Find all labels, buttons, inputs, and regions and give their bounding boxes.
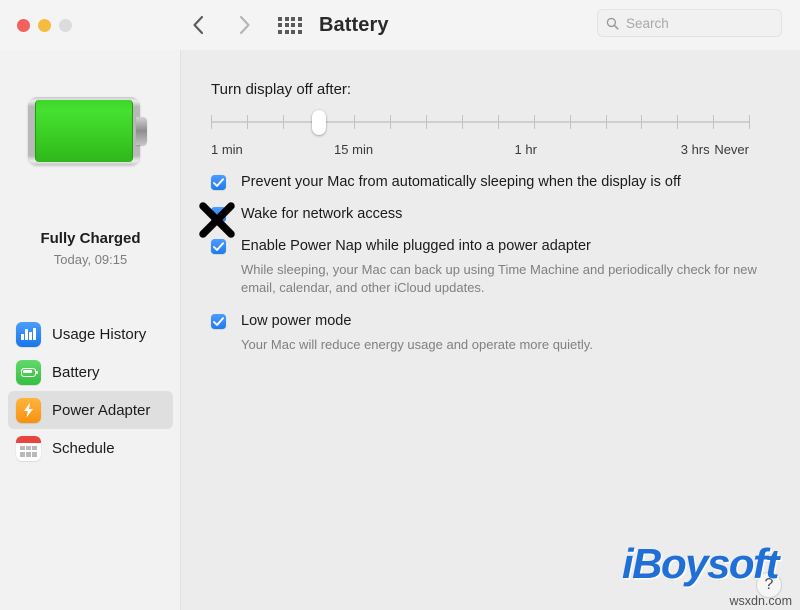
checkbox-power-nap[interactable]: [211, 239, 226, 254]
slider-tick: [282, 115, 284, 129]
slider-tick: [426, 115, 428, 129]
slider-tick: [641, 115, 643, 129]
sidebar-item-schedule[interactable]: Schedule: [8, 429, 173, 467]
slider-tick: [246, 115, 248, 129]
slider-tick: [677, 115, 679, 129]
sidebar-list: Usage History Battery Power Adapter Sche…: [0, 315, 181, 467]
option-row-wake-network[interactable]: Wake for network access: [211, 205, 402, 223]
minimize-button[interactable]: [38, 18, 51, 32]
battery-status-timestamp: Today, 09:15: [53, 252, 128, 267]
forward-button[interactable]: [227, 8, 261, 42]
search-field[interactable]: [597, 9, 782, 37]
usage-history-icon: [16, 321, 41, 347]
sidebar-item-label: Battery: [52, 363, 100, 381]
sidebar-item-battery[interactable]: Battery: [8, 353, 173, 391]
option-row-prevent-sleep[interactable]: Prevent your Mac from automatically slee…: [211, 173, 681, 191]
slider-track[interactable]: [211, 121, 749, 123]
display-off-label: Turn display off after:: [211, 81, 352, 98]
schedule-icon: [16, 435, 41, 461]
back-button[interactable]: [181, 8, 215, 42]
slider-label: 1 hr: [514, 142, 537, 157]
titlebar-right: Battery: [181, 0, 800, 50]
slider-tick: [569, 115, 571, 129]
slider-tick: [497, 115, 499, 129]
slider-tick: [749, 115, 750, 129]
option-row-power-nap[interactable]: Enable Power Nap while plugged into a po…: [211, 237, 591, 255]
slider-label: 1 min: [211, 142, 243, 157]
main-content: Turn display off after: 1 min 15 min 1 hr 3…: [181, 50, 800, 610]
option-label: Prevent your Mac from automatically slee…: [241, 174, 681, 190]
slider-tick: [605, 115, 607, 129]
power-adapter-icon: [16, 397, 41, 423]
sidebar-item-label: Power Adapter: [52, 401, 151, 419]
slider-tick: [713, 115, 715, 129]
sidebar-item-label: Schedule: [52, 439, 115, 457]
slider-tick: [462, 115, 464, 129]
sidebar: Fully Charged Today, 09:15 Usage History…: [0, 50, 181, 610]
slider-label: Never: [714, 142, 749, 157]
slider-thumb[interactable]: [311, 110, 326, 135]
battery-graphic-icon: [28, 97, 148, 165]
checkbox-prevent-sleep[interactable]: [211, 175, 226, 190]
checkbox-low-power-mode[interactable]: [211, 314, 226, 329]
option-label: Wake for network access: [241, 206, 403, 222]
sidebar-item-usage-history[interactable]: Usage History: [8, 315, 173, 353]
option-label: Enable Power Nap while plugged into a po…: [241, 238, 591, 254]
zoom-button[interactable]: [59, 18, 72, 32]
page-title: Battery: [319, 13, 389, 36]
option-description-power-nap: While sleeping, your Mac can back up usi…: [241, 262, 757, 296]
slider-label: 3 hrs: [680, 142, 710, 157]
option-label: Low power mode: [241, 313, 352, 329]
traffic-lights: [17, 18, 72, 32]
show-all-grid-icon[interactable]: [275, 10, 305, 40]
slider-tick: [211, 115, 212, 129]
option-description-low-power-mode: Your Mac will reduce energy usage and op…: [241, 337, 593, 352]
checkbox-wake-network[interactable]: [211, 207, 226, 222]
slider-label: 15 min: [334, 142, 374, 157]
display-sleep-slider[interactable]: 1 min 15 min 1 hr 3 hrs Never: [211, 110, 750, 157]
titlebar: Battery: [0, 0, 800, 50]
option-row-low-power-mode[interactable]: Low power mode: [211, 312, 351, 330]
titlebar-left: [0, 0, 181, 50]
preferences-window: Battery Fully Charged Today, 09:15: [0, 0, 800, 610]
battery-icon: [16, 359, 41, 385]
slider-tick: [390, 115, 392, 129]
slider-tick: [354, 115, 356, 129]
search-icon: [606, 17, 619, 30]
watermark-url: wsxdn.com: [729, 594, 792, 608]
slider-tick: [533, 115, 535, 129]
sidebar-item-label: Usage History: [52, 325, 147, 343]
search-input[interactable]: [626, 15, 773, 31]
watermark-brand: iBoysoft: [622, 540, 780, 587]
close-button[interactable]: [17, 18, 30, 32]
battery-status-text: Fully Charged: [40, 230, 141, 247]
sidebar-item-power-adapter[interactable]: Power Adapter: [8, 391, 173, 429]
